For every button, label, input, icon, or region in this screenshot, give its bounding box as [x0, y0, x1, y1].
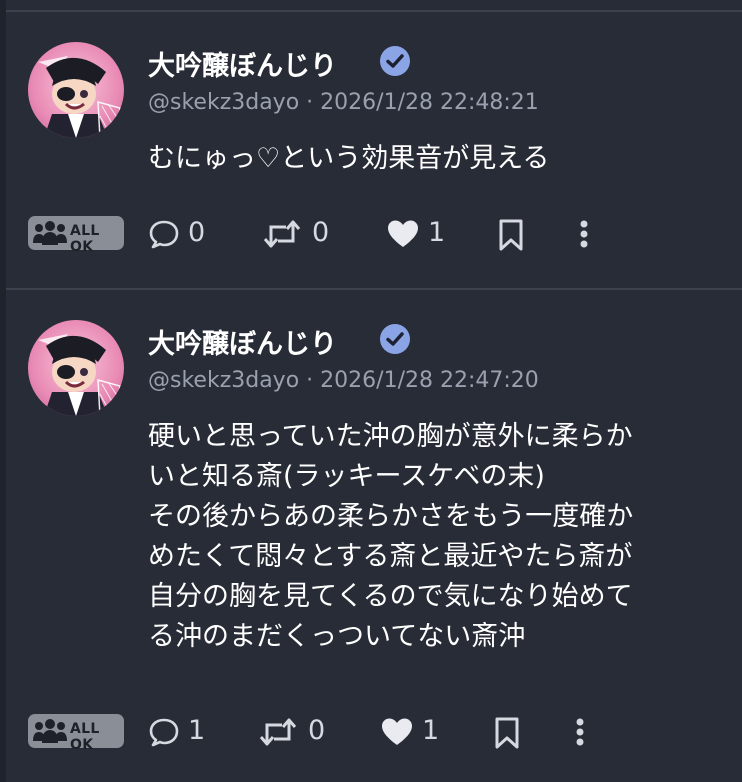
post-1[interactable]: 大吟醸ぼんじり @skekz3dayo · 2026/1/28 22:48:21…	[6, 12, 742, 288]
action-bar: ALL OK 0 0 1	[6, 214, 742, 255]
meta-separator: ·	[306, 90, 314, 115]
reblog-count: 0	[308, 715, 326, 746]
reply-count: 1	[188, 715, 206, 746]
display-name[interactable]: 大吟醸ぼんじり	[148, 44, 337, 83]
reblog-button[interactable]: 0	[262, 214, 336, 254]
visibility-badge: ALL OK	[28, 714, 124, 753]
reblog-count: 0	[312, 217, 330, 248]
display-name[interactable]: 大吟醸ぼんじり	[148, 322, 337, 361]
content-line: る沖のまだくっついてない斎沖	[148, 621, 526, 652]
timestamp[interactable]: 2026/1/28 22:48:21	[320, 90, 539, 115]
content-line: むにゅっ♡という効果音が見える	[148, 143, 550, 174]
reblog-button[interactable]: 0	[258, 712, 332, 752]
speech-bubble-icon	[149, 718, 179, 747]
content-line: 硬いと思っていた沖の胸が意外に柔らか	[148, 421, 633, 452]
repeat-icon	[259, 718, 297, 746]
post-meta: @skekz3dayo · 2026/1/28 22:47:20	[148, 368, 539, 393]
post-content: 硬いと思っていた沖の胸が意外に柔らか いと知る斎(ラッキースケベの末) その後か…	[148, 417, 728, 657]
heart-icon	[388, 220, 418, 247]
visibility-label: ALL OK	[70, 223, 100, 255]
bookmark-icon	[499, 219, 523, 251]
people-icon	[33, 221, 67, 245]
timestamp[interactable]: 2026/1/28 22:47:20	[320, 368, 539, 393]
handle[interactable]: @skekz3dayo	[148, 368, 299, 393]
like-count: 1	[422, 715, 440, 746]
content-line: めたくて悶々とする斎と最近やたら斎が	[148, 541, 633, 572]
reply-count: 0	[188, 217, 206, 248]
reply-button[interactable]: 0	[148, 214, 210, 254]
like-button[interactable]: 1	[386, 214, 446, 254]
action-bar: ALL OK 1 0 1	[6, 712, 742, 753]
meta-separator: ·	[306, 368, 314, 393]
content-line: その後からあの柔らかさをもう一度確か	[148, 501, 634, 532]
content-line: 自分の胸を見てくるので気になり始めて	[148, 581, 633, 612]
post-content: むにゅっ♡という効果音が見える	[148, 139, 728, 179]
avatar[interactable]	[28, 320, 124, 416]
repeat-icon	[263, 220, 301, 248]
more-button[interactable]	[572, 712, 592, 752]
visibility-badge: ALL OK	[28, 216, 124, 255]
visibility-label: ALL OK	[70, 721, 100, 753]
post-2[interactable]: 大吟醸ぼんじり @skekz3dayo · 2026/1/28 22:47:20…	[6, 290, 742, 782]
vertical-dots-icon	[576, 718, 584, 746]
handle[interactable]: @skekz3dayo	[148, 90, 299, 115]
speech-bubble-icon	[149, 220, 179, 249]
verified-check-icon	[380, 46, 410, 76]
post-meta: @skekz3dayo · 2026/1/28 22:48:21	[148, 90, 539, 115]
reply-button[interactable]: 1	[148, 712, 210, 752]
avatar[interactable]	[28, 42, 124, 138]
verified-check-icon	[380, 324, 410, 354]
more-button[interactable]	[576, 214, 596, 254]
bookmark-icon	[495, 717, 519, 749]
content-line: いと知る斎(ラッキースケベの末)	[148, 461, 545, 492]
bookmark-button[interactable]	[496, 214, 526, 254]
like-count: 1	[428, 217, 446, 248]
vertical-dots-icon	[580, 220, 588, 248]
heart-icon	[382, 718, 412, 745]
bookmark-button[interactable]	[492, 712, 522, 752]
like-button[interactable]: 1	[380, 712, 440, 752]
people-icon	[33, 719, 67, 743]
